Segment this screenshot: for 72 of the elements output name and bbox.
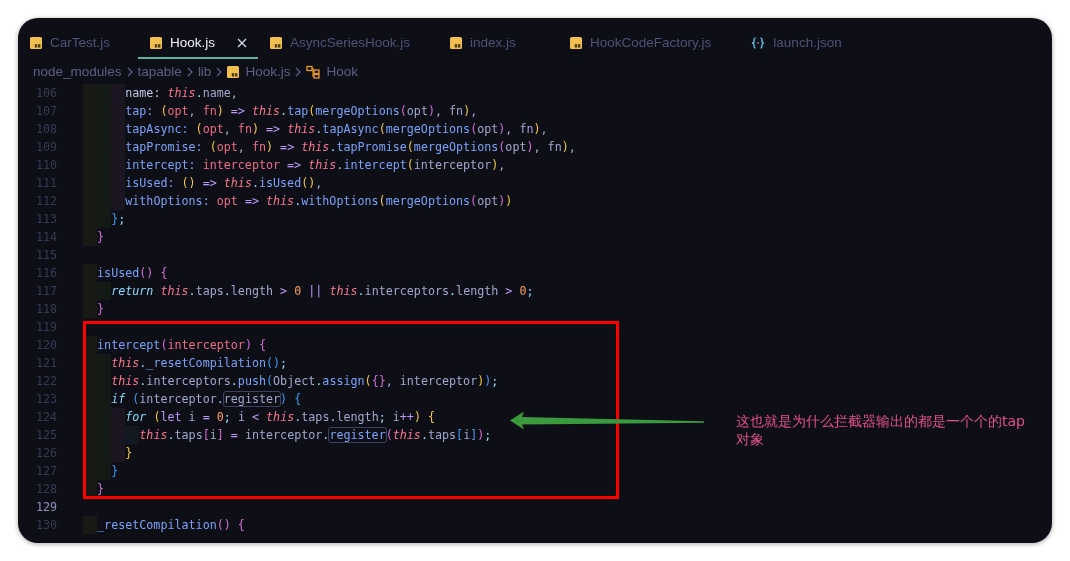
- chevron-right-icon: [216, 66, 223, 77]
- code-line: }: [83, 462, 119, 480]
- tab[interactable]: Hook.js: [138, 18, 258, 59]
- tab[interactable]: HookCodeFactory.js: [558, 18, 740, 59]
- breadcrumb-item[interactable]: Hook: [306, 64, 358, 79]
- file-icon: [270, 36, 282, 49]
- tab[interactable]: index.js: [438, 18, 559, 59]
- line-number: 125: [35, 428, 57, 442]
- line-number: 126: [35, 446, 57, 460]
- file-icon: [570, 36, 583, 49]
- file-icon: [227, 65, 240, 78]
- line-number: 128: [35, 482, 57, 496]
- line-number: 112: [35, 194, 57, 208]
- line-number: 117: [35, 284, 57, 298]
- tab[interactable]: CarTest.js: [18, 18, 138, 59]
- line-number: 110: [35, 158, 57, 172]
- line-number: 120: [35, 338, 57, 352]
- code-line: this.taps[i] = interceptor.register(this.taps[i]);: [83, 426, 492, 444]
- code-line: tap: (opt, fn) => this.tap(mergeOptions(opt), fn),: [83, 102, 478, 120]
- code-line: return this.taps.length > 0 || this.interceptors.length > 0;: [83, 282, 534, 300]
- code-line: if (interceptor.register) {: [83, 390, 302, 408]
- code-line: tapPromise: (opt, fn) => this.tapPromise(mergeOptions(opt), fn),: [83, 138, 576, 156]
- file-icon: [450, 36, 463, 49]
- line-number: 111: [35, 176, 57, 190]
- breadcrumb-item[interactable]: tapable: [137, 64, 182, 79]
- code-line: intercept(interceptor) {: [83, 336, 266, 354]
- line-number: 115: [35, 248, 57, 262]
- line-number: 127: [35, 464, 57, 478]
- code-line: tapAsync: (opt, fn) => this.tapAsync(mergeOptions(opt), fn),: [83, 120, 548, 138]
- line-number: 121: [35, 356, 57, 370]
- file-icon: [30, 36, 42, 49]
- close-icon: [237, 37, 247, 48]
- code-line: name: this.name,: [83, 84, 238, 102]
- line-number: 119: [35, 320, 57, 334]
- chevron-right-icon: [126, 66, 133, 77]
- code-line: }: [83, 228, 105, 246]
- line-number: 124: [35, 410, 57, 424]
- line-number: 118: [35, 302, 57, 316]
- braces-icon: [751, 36, 766, 49]
- code-line: withOptions: opt => this.withOptions(mergeOptions(opt)): [83, 192, 513, 210]
- line-number: 130: [35, 518, 57, 532]
- code-line: isUsed() {: [83, 264, 168, 282]
- close-button[interactable]: [237, 37, 247, 48]
- line-number: 114: [35, 230, 57, 244]
- tab[interactable]: AsyncSeriesHook.js: [258, 18, 439, 59]
- code-line: };: [83, 210, 126, 228]
- code-line: }: [83, 444, 133, 462]
- line-number: 129: [35, 500, 57, 514]
- line-number: 116: [35, 266, 57, 280]
- code-line: this._resetCompilation();: [83, 354, 288, 372]
- line-number: 106: [35, 86, 57, 100]
- chevron-right-icon: [186, 66, 193, 77]
- chevron-right-icon: [295, 66, 302, 77]
- line-number: 123: [35, 392, 57, 406]
- tab[interactable]: launch.json: [739, 18, 870, 59]
- code-line: isUsed: () => this.isUsed(),: [83, 174, 323, 192]
- code-line: for (let i = 0; i < this.taps.length; i++) {: [83, 408, 436, 426]
- code-line: }: [83, 300, 105, 318]
- class-symbol-icon: [306, 64, 321, 79]
- code-line: _resetCompilation() {: [83, 516, 245, 534]
- line-number: 113: [35, 212, 57, 226]
- line-number: 107: [35, 104, 57, 118]
- line-number: 109: [35, 140, 57, 154]
- line-number: 122: [35, 374, 57, 388]
- annotation-note: 这也就是为什么拦截器输出的都是一个个的tap对象: [736, 413, 1026, 448]
- file-icon: [150, 36, 162, 49]
- line-number: 108: [35, 122, 57, 136]
- code-line: intercept: interceptor => this.intercept(interceptor),: [83, 156, 506, 174]
- breadcrumb-item[interactable]: lib: [197, 64, 212, 79]
- breadcrumb-item[interactable]: Hook.js: [227, 64, 291, 79]
- code-line: this.interceptors.push(Object.assign({}, interceptor));: [83, 372, 499, 390]
- breadcrumb-item[interactable]: node_modules: [33, 64, 122, 79]
